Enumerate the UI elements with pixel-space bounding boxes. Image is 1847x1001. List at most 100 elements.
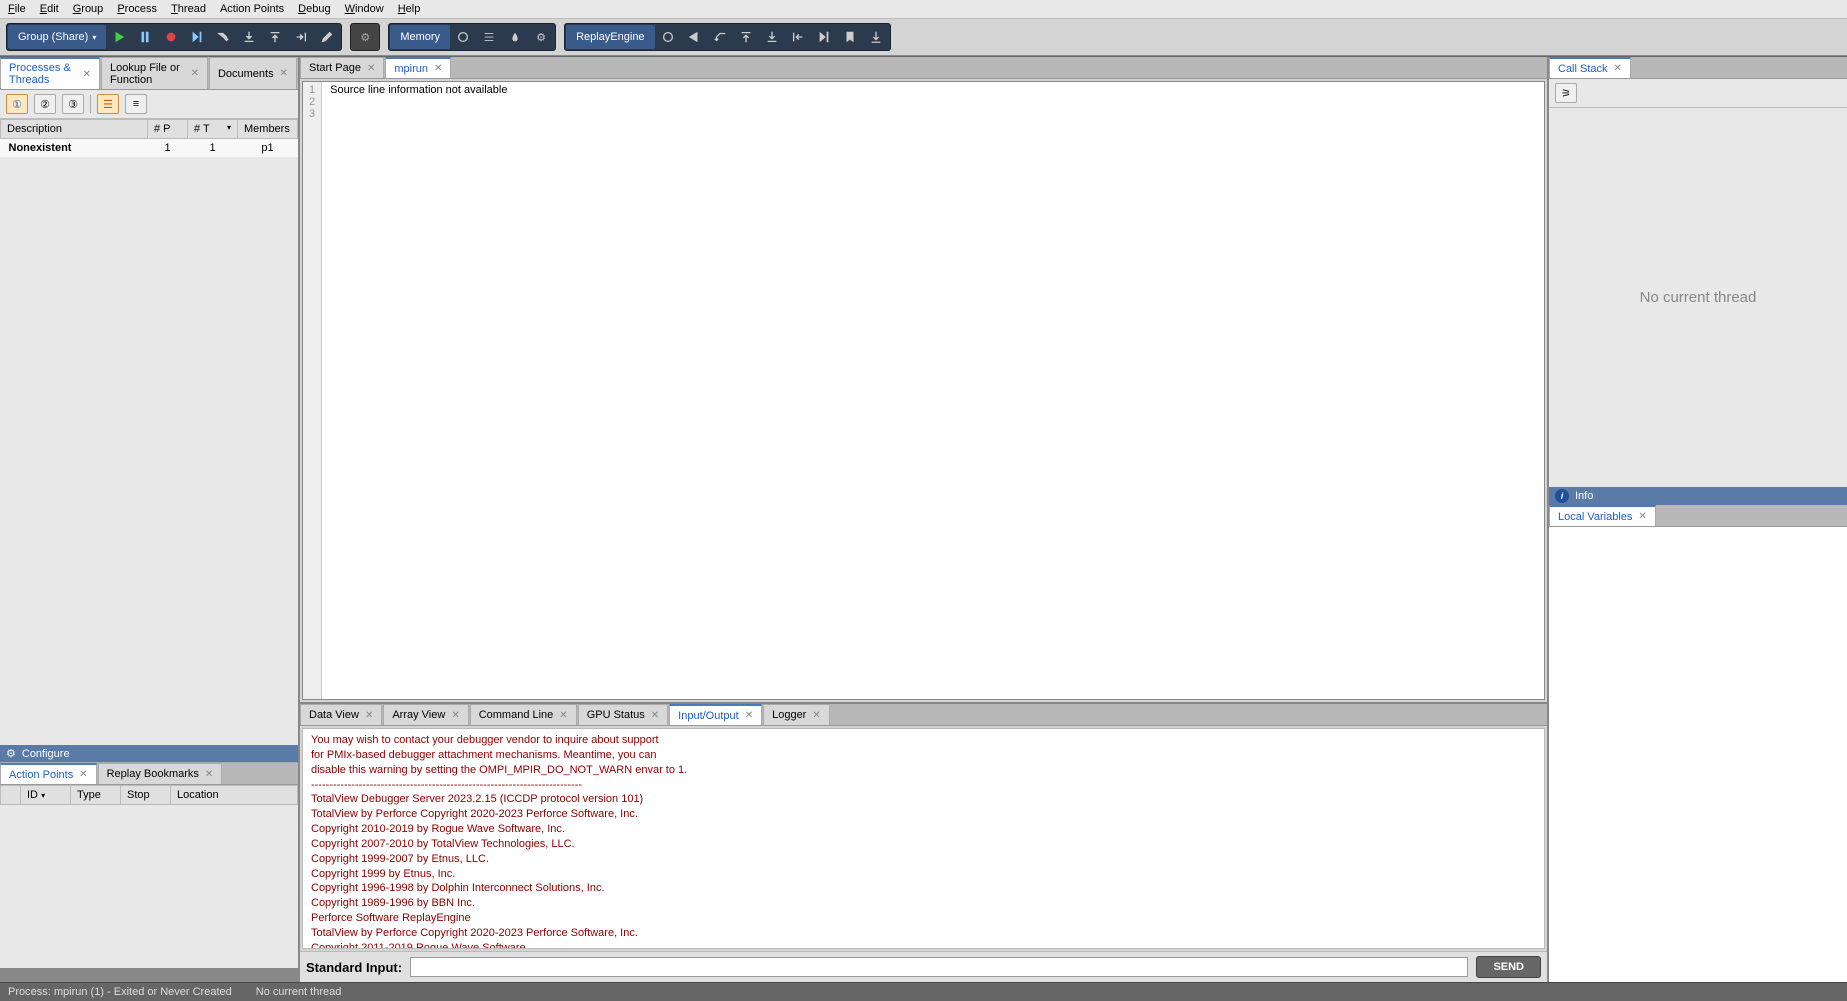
close-icon[interactable]: ✕ xyxy=(745,710,753,721)
col-ap-location[interactable]: Location xyxy=(171,786,298,805)
close-icon[interactable]: ✕ xyxy=(434,63,442,74)
close-icon[interactable]: ✕ xyxy=(559,710,567,721)
col-members[interactable]: Members xyxy=(238,120,298,139)
close-icon[interactable]: ✕ xyxy=(451,710,459,721)
menu-process[interactable]: Process xyxy=(117,3,157,15)
replay-skip-button[interactable] xyxy=(811,25,837,49)
step-button[interactable] xyxy=(210,25,236,49)
col-description[interactable]: Description xyxy=(1,120,148,139)
configure-bar[interactable]: ⚙ Configure xyxy=(0,745,298,762)
tab-array-view[interactable]: Array View✕ xyxy=(383,704,468,725)
right-pane: Call Stack✕ ⚞ No current thread i Info L… xyxy=(1547,57,1847,982)
replay-run-back-button[interactable] xyxy=(785,25,811,49)
send-button[interactable]: SEND xyxy=(1476,956,1541,978)
tab-local-variables[interactable]: Local Variables✕ xyxy=(1549,505,1656,526)
view-tree-button[interactable]: ☰ xyxy=(97,94,119,114)
line-gutter: 123 xyxy=(303,82,322,699)
step-out-button[interactable] xyxy=(262,25,288,49)
memory-gear-button[interactable]: ⚙ xyxy=(528,25,554,49)
close-icon[interactable]: ✕ xyxy=(1638,511,1646,522)
table-row[interactable]: Nonexistent11p1 xyxy=(1,139,298,158)
ap-list-area xyxy=(0,805,298,968)
halt-button[interactable] xyxy=(132,25,158,49)
view-flat-button[interactable]: ≡ xyxy=(125,94,147,114)
go-button[interactable] xyxy=(106,25,132,49)
menu-debug[interactable]: Debug xyxy=(298,3,330,15)
step-in-button[interactable] xyxy=(236,25,262,49)
memory-record-button[interactable] xyxy=(450,25,476,49)
close-icon[interactable]: ✕ xyxy=(651,710,659,721)
local-vars-area xyxy=(1549,527,1847,982)
tab-call-stack[interactable]: Call Stack✕ xyxy=(1549,57,1631,78)
menu-help[interactable]: Help xyxy=(398,3,421,15)
source-editor[interactable]: 123 Source line information not availabl… xyxy=(302,81,1545,700)
ap-table: ID ▾ Type Stop Location xyxy=(0,785,298,805)
replay-step-back-button[interactable] xyxy=(707,25,733,49)
tab-logger[interactable]: Logger✕ xyxy=(763,704,830,725)
menu-window[interactable]: Window xyxy=(345,3,384,15)
left-pane: Processes & Threads✕Lookup File or Funct… xyxy=(0,57,300,982)
tab-input-output[interactable]: Input/Output✕ xyxy=(669,704,762,725)
info-bar[interactable]: i Info xyxy=(1549,487,1847,505)
tab-documents[interactable]: Documents✕ xyxy=(209,57,297,89)
col-t[interactable]: # T▾ xyxy=(188,120,238,139)
output-panel[interactable]: You may wish to contact your debugger ve… xyxy=(302,728,1545,949)
info-label: Info xyxy=(1575,490,1593,502)
replay-bookmark-button[interactable] xyxy=(837,25,863,49)
run-to-button[interactable] xyxy=(288,25,314,49)
filter-button[interactable]: ⚞ xyxy=(1555,83,1577,103)
col-ap-blank[interactable] xyxy=(1,786,21,805)
tab-gpu-status[interactable]: GPU Status✕ xyxy=(578,704,668,725)
close-icon[interactable]: ✕ xyxy=(812,710,820,721)
col-ap-id[interactable]: ID ▾ xyxy=(21,786,71,805)
menu-edit[interactable]: Edit xyxy=(40,3,59,15)
replay-save-button[interactable] xyxy=(863,25,889,49)
filter-3-button[interactable]: ③ xyxy=(62,94,84,114)
menu-thread[interactable]: Thread xyxy=(171,3,206,15)
tab-replay-bookmarks[interactable]: Replay Bookmarks✕ xyxy=(98,763,223,784)
menu-file[interactable]: File xyxy=(8,3,26,15)
close-icon[interactable]: ✕ xyxy=(191,68,199,79)
tab-lookup-file-or-function[interactable]: Lookup File or Function✕ xyxy=(101,57,208,89)
next-button[interactable] xyxy=(184,25,210,49)
col-ap-stop[interactable]: Stop xyxy=(121,786,171,805)
kill-button[interactable] xyxy=(158,25,184,49)
close-icon[interactable]: ✕ xyxy=(205,769,213,780)
close-icon[interactable]: ✕ xyxy=(280,68,288,79)
tab-mpirun[interactable]: mpirun✕ xyxy=(385,57,451,78)
replay-record-button[interactable] xyxy=(655,25,681,49)
memory-dropdown[interactable]: Memory xyxy=(390,25,450,49)
tab-data-view[interactable]: Data View✕ xyxy=(300,704,382,725)
pencil-button[interactable] xyxy=(314,25,340,49)
stdin-input[interactable] xyxy=(410,957,1468,977)
close-icon[interactable]: ✕ xyxy=(1614,63,1622,74)
replay-in-back-button[interactable] xyxy=(759,25,785,49)
code-content: Source line information not available xyxy=(322,82,515,699)
configure-label: Configure xyxy=(22,748,70,760)
menu-group[interactable]: Group xyxy=(73,3,104,15)
filter-1-button[interactable]: ① xyxy=(6,94,28,114)
memory-stack-button[interactable] xyxy=(476,25,502,49)
close-icon[interactable]: ✕ xyxy=(365,710,373,721)
col-p[interactable]: # P xyxy=(148,120,188,139)
replay-back-button[interactable] xyxy=(681,25,707,49)
tab-command-line[interactable]: Command Line✕ xyxy=(470,704,577,725)
tab-start-page[interactable]: Start Page✕ xyxy=(300,57,384,78)
close-icon[interactable]: ✕ xyxy=(367,63,375,74)
replay-dropdown[interactable]: ReplayEngine xyxy=(566,25,655,49)
group-share-dropdown[interactable]: Group (Share)▾ xyxy=(8,25,106,49)
close-icon[interactable]: ✕ xyxy=(83,69,91,80)
filter-2-button[interactable]: ② xyxy=(34,94,56,114)
replay-out-back-button[interactable] xyxy=(733,25,759,49)
menu-action-points[interactable]: Action Points xyxy=(220,3,284,15)
ap-scrollbar[interactable] xyxy=(0,968,298,982)
memory-group: Memory ⚙ xyxy=(388,23,556,51)
tab-action-points[interactable]: Action Points✕ xyxy=(0,763,97,784)
ap-tabs: Action Points✕Replay Bookmarks✕ xyxy=(0,763,298,785)
code-tabs: Start Page✕mpirun✕ xyxy=(300,57,1547,79)
memory-leak-button[interactable] xyxy=(502,25,528,49)
col-ap-type[interactable]: Type xyxy=(71,786,121,805)
gear-button[interactable]: ⚙ xyxy=(352,25,378,49)
close-icon[interactable]: ✕ xyxy=(79,769,87,780)
tab-processes-threads[interactable]: Processes & Threads✕ xyxy=(0,57,100,89)
